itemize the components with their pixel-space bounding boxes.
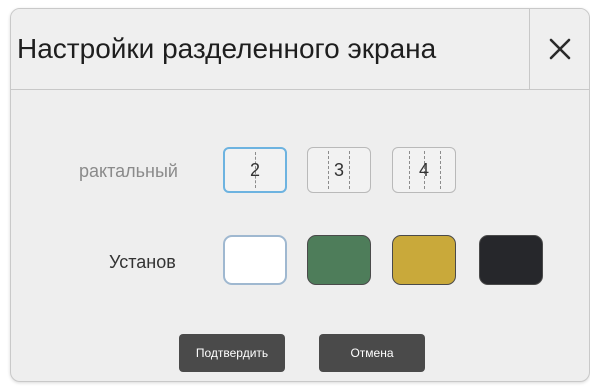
split-option-label: 3 xyxy=(333,159,344,180)
confirm-button[interactable]: Подтвердить xyxy=(179,334,285,372)
color-swatch-black[interactable] xyxy=(479,235,543,285)
close-button[interactable] xyxy=(530,9,589,89)
split-option-3[interactable]: 3 xyxy=(307,147,371,193)
dialog-header: Настройки разделенного экрана xyxy=(11,9,589,90)
split-option-label: 4 xyxy=(418,159,429,180)
color-setting-label: Установ xyxy=(109,252,176,272)
color-swatch-yellow[interactable] xyxy=(392,235,456,285)
dialog-title: Настройки разделенного экрана xyxy=(17,33,437,64)
color-swatch-green[interactable] xyxy=(307,235,371,285)
split-option-4[interactable]: 4 xyxy=(392,147,456,193)
split-screen-settings-dialog: Настройки разделенного экрана рактальный… xyxy=(10,8,590,382)
cancel-button[interactable]: Отмена xyxy=(319,334,425,372)
split-option-2[interactable]: 2 xyxy=(223,147,287,193)
split-option-label: 2 xyxy=(249,159,260,180)
split-mode-label: рактальный xyxy=(79,161,178,181)
color-swatch-white[interactable] xyxy=(223,235,287,285)
close-icon xyxy=(549,38,570,60)
